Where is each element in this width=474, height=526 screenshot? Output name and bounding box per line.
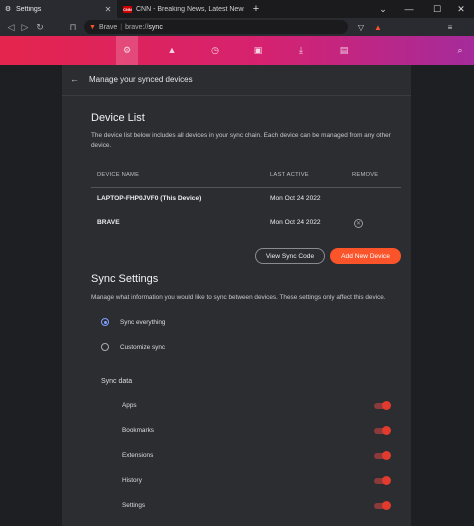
warning-icon[interactable]: ▲	[166, 44, 178, 56]
sync-item-extensions: Extensions	[122, 452, 154, 459]
table-header-divider	[91, 187, 401, 188]
page-title: Manage your synced devices	[89, 75, 193, 84]
minimize-icon[interactable]: —	[396, 0, 422, 18]
url-scheme: brave://	[125, 23, 149, 31]
gear-icon[interactable]: ⚙	[116, 36, 138, 65]
toggle-bookmarks[interactable]	[374, 426, 391, 435]
brave-shield-icon: ▼	[89, 23, 96, 31]
sync-settings-title: Sync Settings	[91, 273, 159, 285]
search-icon[interactable]: ⌕	[454, 44, 466, 56]
column-header-last-active: LAST ACTIVE	[270, 172, 309, 178]
divider	[62, 95, 411, 96]
menu-icon[interactable]: ≡	[444, 21, 456, 33]
device-name: LAPTOP-FHP0JVF0 (This Device)	[97, 195, 202, 202]
sync-data-title: Sync data	[101, 378, 133, 385]
tab-title: Settings	[16, 5, 42, 13]
device-list-title: Device List	[91, 112, 145, 124]
toolbar: ◁ ▷ ↻ ⊓ ▼ Brave | brave://sync ▽ ▲ ≡	[0, 18, 474, 36]
device-list-description: The device list below includes all devic…	[91, 132, 391, 149]
customize-sync-radio[interactable]	[101, 343, 109, 351]
remove-device-icon[interactable]: ✕	[354, 219, 363, 228]
url-path: sync	[148, 23, 163, 31]
bookmark-page-icon[interactable]: ⊓	[66, 18, 80, 36]
toggle-extensions[interactable]	[374, 451, 391, 460]
sync-item-bookmarks: Bookmarks	[122, 427, 154, 434]
window-close-icon[interactable]: ✕	[448, 0, 474, 18]
tab-title: CNN - Breaking News, Latest News an	[136, 5, 244, 13]
reload-icon[interactable]: ↻	[33, 18, 47, 36]
toggle-apps[interactable]	[374, 401, 391, 410]
sync-item-apps: Apps	[122, 402, 137, 409]
settings-nav-band: ⚙ ▲ ◷ ▣ ⤓ ▤ ⌕	[0, 36, 474, 65]
site-label: Brave	[98, 23, 118, 31]
device-last-active: Mon Oct 24 2022	[270, 195, 321, 202]
download-icon[interactable]: ⤓	[295, 44, 307, 56]
device-name: BRAVE	[97, 219, 120, 226]
forward-icon[interactable]: ▷	[18, 18, 32, 36]
sync-item-settings: Settings	[122, 502, 146, 509]
add-new-device-button[interactable]: Add New Device	[330, 248, 401, 264]
sync-everything-label: Sync everything	[120, 319, 166, 326]
cnn-logo-icon: CNN	[123, 5, 132, 13]
toggle-settings[interactable]	[374, 501, 391, 510]
chevron-down-icon[interactable]: ⌄	[370, 0, 396, 18]
sync-everything-radio[interactable]	[101, 318, 109, 326]
customize-sync-label: Customize sync	[120, 344, 166, 351]
bookmark-icon[interactable]: ▣	[252, 44, 264, 56]
sync-settings-description: Manage what information you would like t…	[91, 294, 386, 301]
brave-shields-icon[interactable]: ▽	[355, 21, 367, 33]
tab-settings[interactable]: ⚙ Settings ✕	[0, 0, 117, 18]
view-sync-code-button[interactable]: View Sync Code	[255, 248, 325, 264]
back-arrow-icon[interactable]: ←	[70, 74, 79, 84]
column-header-device-name: DEVICE NAME	[97, 172, 140, 178]
address-bar[interactable]: ▼ Brave | brave://sync	[84, 20, 348, 34]
sync-item-history: History	[122, 477, 142, 484]
toggle-history[interactable]	[374, 476, 391, 485]
separator: |	[120, 23, 123, 31]
wallet-icon[interactable]: ▤	[338, 44, 350, 56]
tab-cnn[interactable]: CNN CNN - Breaking News, Latest News an	[119, 0, 244, 18]
new-tab-button[interactable]: +	[248, 0, 264, 18]
sync-panel: ← Manage your synced devices Device List…	[62, 65, 411, 526]
tab-strip: ⚙ Settings ✕ CNN CNN - Breaking News, La…	[0, 0, 474, 18]
url-text: brave://sync	[125, 24, 163, 31]
brave-rewards-icon[interactable]: ▲	[372, 21, 384, 33]
close-icon[interactable]: ✕	[103, 5, 113, 14]
history-icon[interactable]: ◷	[209, 44, 221, 56]
maximize-icon[interactable]: ☐	[424, 0, 450, 18]
column-header-remove: REMOVE	[352, 172, 379, 178]
back-icon[interactable]: ◁	[4, 18, 18, 36]
device-last-active: Mon Oct 24 2022	[270, 219, 321, 226]
gear-icon: ⚙	[4, 6, 12, 13]
